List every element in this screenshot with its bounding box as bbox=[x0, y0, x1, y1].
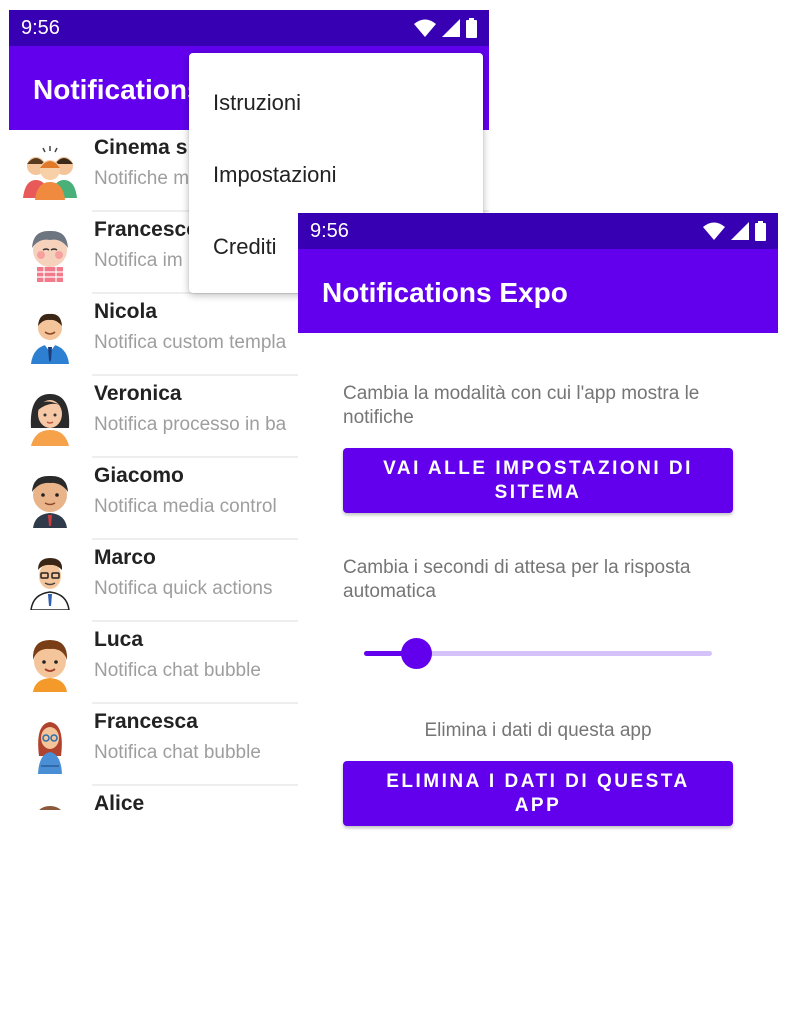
battery-icon bbox=[755, 221, 766, 241]
contact-name: Nicola bbox=[94, 300, 158, 323]
app-title: Notifications Expo bbox=[322, 277, 568, 308]
clear-data-button[interactable]: ELIMINA I DATI DI QUESTA APP bbox=[343, 761, 733, 826]
status-time: 9:56 bbox=[21, 17, 60, 39]
menu-item-impostazioni[interactable]: Impostazioni bbox=[213, 162, 337, 188]
settings-screen: 9:56 Notifications Expo Cambia la modali… bbox=[298, 213, 778, 1028]
clear-description: Elimina i dati di questa app bbox=[424, 720, 652, 741]
girl-avatar-icon bbox=[39, 806, 61, 810]
wait-seconds-slider[interactable] bbox=[364, 633, 712, 673]
man-glasses-avatar-icon bbox=[30, 558, 70, 610]
contact-name: Francesco bbox=[94, 218, 200, 241]
girl-glasses-avatar-icon bbox=[38, 722, 62, 774]
contact-name: Alice bbox=[94, 792, 145, 810]
battery-icon bbox=[466, 18, 477, 38]
wifi-icon bbox=[703, 222, 725, 240]
contact-subtitle: Notifica chat bubble bbox=[94, 742, 261, 763]
contact-subtitle: Notifica quick actions bbox=[94, 578, 273, 599]
status-bar: 9:56 bbox=[298, 213, 778, 249]
contact-name: Cinema s bbox=[94, 136, 188, 159]
signal-icon bbox=[442, 19, 460, 37]
menu-item-istruzioni[interactable]: Istruzioni bbox=[213, 90, 301, 116]
contact-subtitle: Notifica chat bubble bbox=[94, 660, 261, 681]
contact-name: Giacomo bbox=[94, 464, 184, 487]
status-time: 9:56 bbox=[310, 220, 349, 242]
menu-item-crediti[interactable]: Crediti bbox=[213, 234, 277, 260]
contact-name: Marco bbox=[94, 546, 156, 569]
wifi-icon bbox=[414, 19, 436, 37]
man-avatar-icon bbox=[32, 475, 68, 528]
group-avatar-icon bbox=[23, 146, 77, 200]
contact-subtitle: Notifica media control bbox=[94, 496, 277, 517]
slider-thumb[interactable] bbox=[401, 638, 433, 669]
boy-smile-avatar-icon bbox=[32, 640, 68, 692]
contact-subtitle: Notifica custom templa bbox=[94, 332, 287, 353]
contact-name: Francesca bbox=[94, 710, 198, 733]
signal-icon bbox=[731, 222, 749, 240]
contact-subtitle: Notifiche m bbox=[94, 168, 190, 189]
contact-subtitle: Notifica processo in ba bbox=[94, 414, 287, 435]
man-tie-avatar-icon bbox=[31, 313, 69, 364]
woman-avatar-icon bbox=[30, 394, 70, 446]
system-settings-button[interactable]: VAI ALLE IMPOSTAZIONI DI SITEMA bbox=[343, 448, 733, 513]
status-bar: 9:56 bbox=[9, 10, 489, 46]
contact-name: Veronica bbox=[94, 382, 182, 405]
contact-name: Luca bbox=[94, 628, 144, 651]
boy-avatar-icon bbox=[32, 230, 68, 282]
wait-description: Cambia i secondi di attesa per la rispos… bbox=[343, 557, 691, 602]
contact-subtitle: Notifica im bbox=[94, 250, 183, 271]
app-bar: Notifications Expo bbox=[298, 249, 778, 333]
mode-description: Cambia la modalità con cui l'app mostra … bbox=[343, 383, 700, 428]
